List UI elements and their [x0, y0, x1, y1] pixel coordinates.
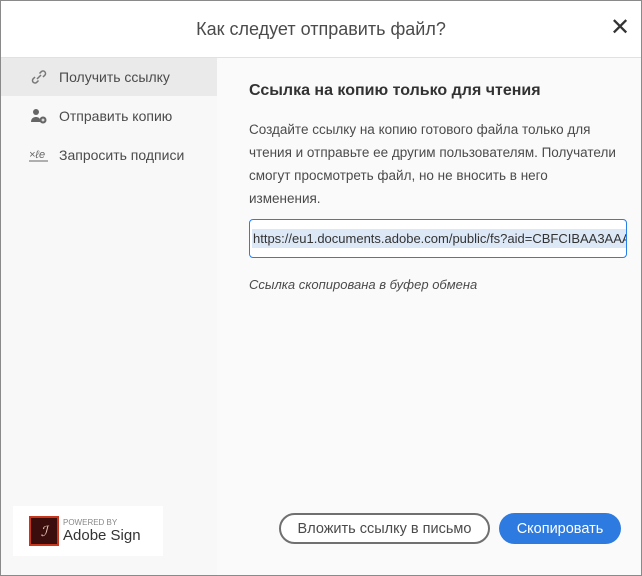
- adobe-sign-logo: ℐ POWERED BY Adobe Sign: [13, 506, 163, 556]
- link-url-field[interactable]: https://eu1.documents.adobe.com/public/f…: [249, 219, 627, 258]
- powered-by-label: POWERED BY: [63, 518, 118, 527]
- copied-note: Ссылка скопирована в буфер обмена: [249, 277, 478, 292]
- brand-label: Adobe Sign: [63, 527, 141, 544]
- copy-button[interactable]: Скопировать: [499, 513, 621, 544]
- sidebar-item-request-signatures[interactable]: ×ℓe Запросить подписи: [1, 136, 217, 174]
- sidebar-item-send-copy[interactable]: Отправить копию: [1, 97, 217, 135]
- sidebar-item-get-link[interactable]: Получить ссылку: [1, 58, 217, 96]
- description: Создайте ссылку на копию готового файла …: [249, 122, 616, 206]
- section-heading: Ссылка на копию только для чтения: [249, 82, 541, 99]
- signature-icon: ×ℓe: [29, 149, 48, 162]
- sidebar-item-label: Получить ссылку: [59, 69, 170, 85]
- sidebar-item-label: Запросить подписи: [59, 147, 185, 163]
- link-icon: [31, 70, 47, 84]
- share-dialog: Как следует отправить файл? ✕ Получить с…: [0, 0, 642, 576]
- sidebar-item-label: Отправить копию: [59, 108, 173, 124]
- svg-text:×ℓe: ×ℓe: [29, 149, 45, 161]
- dialog-header: Как следует отправить файл? ✕: [1, 1, 641, 58]
- attach-link-button[interactable]: Вложить ссылку в письмо: [279, 513, 490, 544]
- main-panel: Ссылка на копию только для чтения Создай…: [217, 58, 641, 575]
- adobe-sign-icon: ℐ: [29, 516, 59, 546]
- close-icon[interactable]: ✕: [607, 15, 633, 41]
- user-add-icon: [31, 109, 47, 124]
- sidebar: Получить ссылку Отправить копию ×ℓe Запр…: [1, 58, 217, 575]
- dialog-title: Как следует отправить файл?: [196, 19, 446, 39]
- link-url-text[interactable]: https://eu1.documents.adobe.com/public/f…: [252, 229, 626, 248]
